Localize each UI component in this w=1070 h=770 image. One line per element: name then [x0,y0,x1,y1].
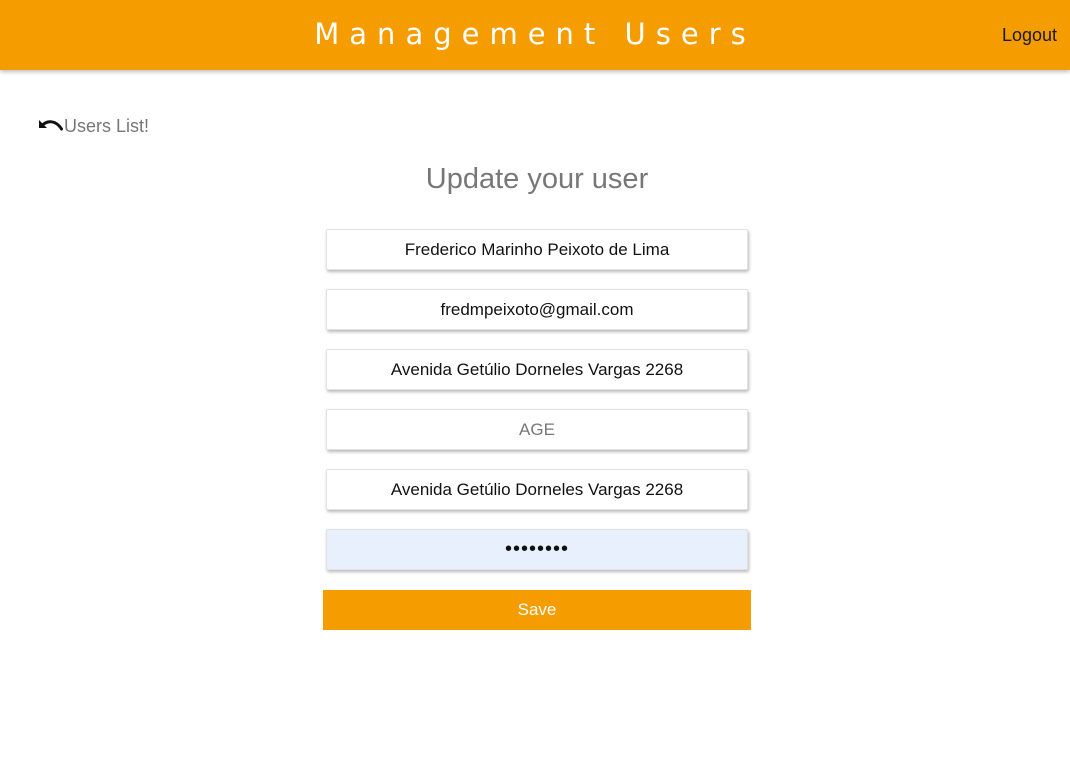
logout-link[interactable]: Logout [1002,24,1057,46]
age-field[interactable] [326,409,748,450]
users-list-back-link[interactable]: Users List! [36,115,149,137]
page-title: Update your user [425,163,649,195]
users-list-label: Users List! [64,116,150,136]
save-button[interactable]: Save [323,590,751,630]
name-field[interactable] [326,229,748,270]
password-field[interactable] [326,529,748,570]
undo-arrow-icon [36,116,64,136]
app-header: Management Users Logout [0,0,1070,70]
address-field[interactable] [326,349,748,390]
email-field[interactable] [326,289,748,330]
app-title: Management Users [314,17,756,51]
address-2-field[interactable] [326,469,748,510]
